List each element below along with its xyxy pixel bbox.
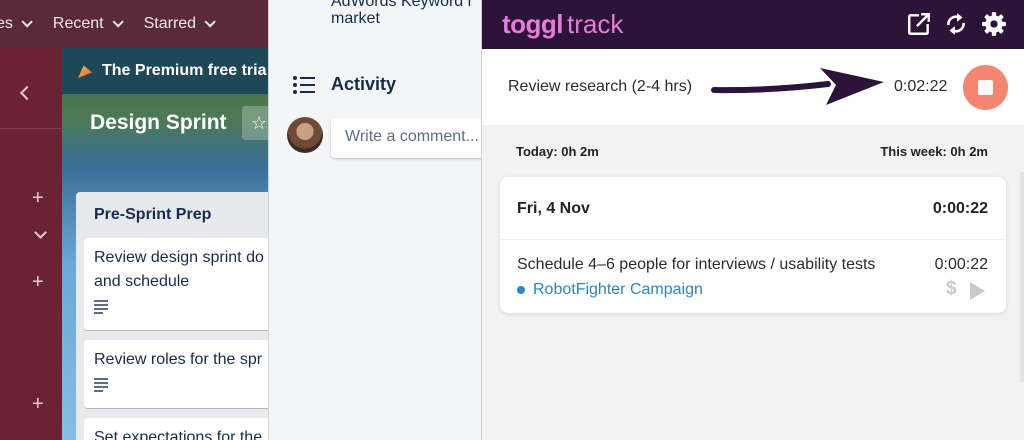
plus-icon[interactable]: + — [32, 394, 44, 414]
star-board-button[interactable]: ☆ — [242, 106, 268, 140]
week-total: This week: 0h 2m — [880, 144, 988, 159]
party-popper-icon — [78, 65, 92, 78]
star-icon: ☆ — [250, 113, 268, 133]
list-card[interactable]: Review design sprint do and schedule — [84, 238, 268, 330]
nav-starred-menu[interactable]: Starred — [144, 15, 216, 33]
chevron-down-icon — [112, 16, 124, 28]
time-entry-duration[interactable]: 0:00:22 — [935, 256, 988, 274]
background-edge — [1020, 172, 1024, 382]
trello-top-nav: es Recent Starred — [0, 0, 268, 48]
day-group-card: Fri, 4 Nov 0:00:22 Schedule 4–6 people f… — [500, 177, 1006, 313]
gear-icon[interactable] — [981, 11, 1007, 37]
comment-input[interactable]: Write a comment... — [331, 118, 491, 158]
divider — [500, 239, 1006, 240]
chevron-down-icon — [204, 16, 216, 28]
collapse-sidebar-icon[interactable] — [19, 85, 35, 101]
project-color-dot-icon — [517, 286, 525, 294]
board-title[interactable]: Design Sprint — [90, 111, 227, 135]
continue-entry-play-icon[interactable] — [970, 282, 985, 300]
chevron-down-icon[interactable] — [34, 226, 47, 239]
nav-workspaces-menu[interactable]: es — [0, 15, 33, 33]
external-link-icon[interactable] — [906, 11, 932, 37]
premium-trial-banner[interactable]: The Premium free tria — [62, 48, 268, 94]
day-total-duration: 0:00:22 — [932, 200, 988, 217]
plus-icon[interactable]: + — [32, 188, 44, 208]
time-entry-description[interactable]: Schedule 4–6 people for interviews / usa… — [517, 256, 875, 274]
list-pre-sprint-prep: Pre-Sprint Prep Review design sprint do … — [76, 192, 268, 440]
list-card[interactable]: Set expectations for the — [84, 418, 268, 440]
activity-icon — [293, 76, 315, 94]
card-description-text: market — [331, 10, 380, 27]
day-date: Fri, 4 Nov — [517, 200, 590, 217]
description-icon — [94, 300, 108, 314]
avatar[interactable] — [287, 117, 323, 153]
toggl-track-panel: toggl track Review research (2-4 hrs) 0:… — [481, 0, 1024, 440]
list-title[interactable]: Pre-Sprint Prep — [94, 206, 211, 224]
nav-recent-menu[interactable]: Recent — [53, 15, 124, 33]
board-canvas: The Premium free tria Design Sprint ☆ Pr… — [62, 48, 268, 440]
billable-dollar-icon[interactable]: $ — [946, 278, 957, 300]
time-entry-project[interactable]: RobotFighter Campaign — [517, 281, 703, 299]
list-card[interactable]: Review roles for the spr — [84, 340, 268, 408]
chevron-down-icon — [21, 16, 33, 28]
stop-timer-button[interactable] — [963, 65, 1008, 110]
plus-icon[interactable]: + — [32, 272, 44, 292]
workspace-sidebar: + + + — [0, 48, 62, 440]
activity-heading: Activity — [331, 74, 397, 94]
sidebar-divider — [0, 128, 62, 129]
card-detail-panel: AdWords Keyword r market Activity Write … — [268, 0, 491, 440]
today-total: Today: 0h 2m — [516, 144, 599, 159]
description-icon — [94, 378, 108, 392]
annotation-arrow-icon — [711, 68, 884, 105]
toggl-track-logo: toggl track — [502, 9, 624, 39]
sync-icon[interactable] — [943, 11, 969, 37]
toggl-header: toggl track — [482, 0, 1024, 49]
running-entry-description[interactable]: Review research (2-4 hrs) — [508, 78, 692, 96]
running-timer-duration[interactable]: 0:02:22 — [894, 78, 947, 96]
